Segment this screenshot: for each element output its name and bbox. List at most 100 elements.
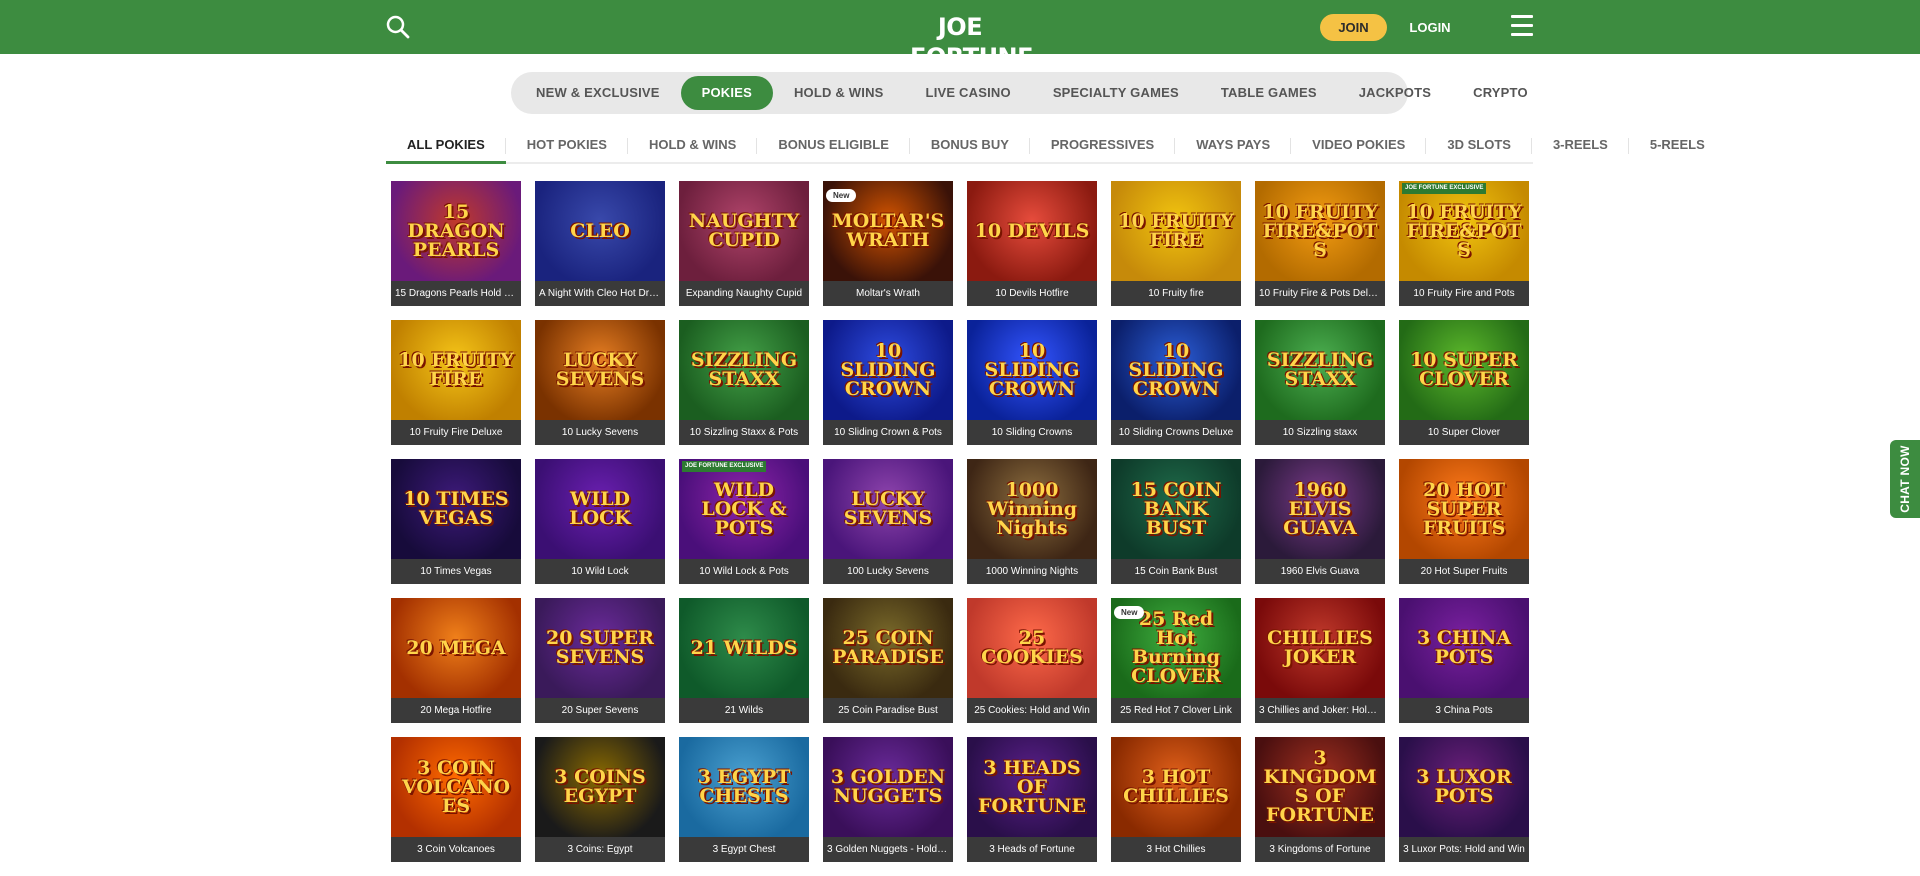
game-tile[interactable]: 3 EGYPT CHESTS 3 Egypt Chest bbox=[679, 737, 809, 862]
game-thumbnail[interactable]: 3 HEADS OF FORTUNE bbox=[967, 737, 1097, 837]
game-thumbnail[interactable]: 10 SUPER CLOVER bbox=[1399, 320, 1529, 420]
game-thumbnail[interactable]: 10 FRUITY FIRE bbox=[391, 320, 521, 420]
game-tile[interactable]: 10 SUPER CLOVER 10 Super Clover bbox=[1399, 320, 1529, 445]
tab-new-exclusive[interactable]: NEW & EXCLUSIVE bbox=[515, 76, 681, 110]
game-thumbnail[interactable]: 3 EGYPT CHESTS bbox=[679, 737, 809, 837]
subtab-ways-pays[interactable]: WAYS PAYS bbox=[1175, 130, 1292, 164]
game-thumbnail[interactable]: WILD LOCK & POTS bbox=[679, 459, 809, 559]
site-logo[interactable]: JOE FORTUNE bbox=[910, 12, 1034, 71]
subtab-bonus-buy[interactable]: BONUS BUY bbox=[910, 130, 1030, 164]
game-thumbnail[interactable]: 3 LUXOR POTS bbox=[1399, 737, 1529, 837]
game-tile[interactable]: 15 COIN BANK BUST 15 Coin Bank Bust bbox=[1111, 459, 1241, 584]
tab-crypto[interactable]: CRYPTO bbox=[1452, 76, 1549, 110]
game-tile[interactable]: CLEO A Night With Cleo Hot Drop Jackpots bbox=[535, 181, 665, 306]
tab-table-games[interactable]: TABLE GAMES bbox=[1200, 76, 1338, 110]
game-tile[interactable]: 20 SUPER SEVENS 20 Super Sevens bbox=[535, 598, 665, 723]
game-thumbnail[interactable]: 3 KINGDOMS OF FORTUNE bbox=[1255, 737, 1385, 837]
game-thumbnail[interactable]: SIZZLING STAXX bbox=[679, 320, 809, 420]
subtab-hot-pokies[interactable]: HOT POKIES bbox=[506, 130, 629, 164]
game-tile[interactable]: SIZZLING STAXX 10 Sizzling Staxx & Pots bbox=[679, 320, 809, 445]
game-thumbnail[interactable]: NAUGHTY CUPID bbox=[679, 181, 809, 281]
game-thumbnail[interactable]: 20 MEGA bbox=[391, 598, 521, 698]
game-thumbnail[interactable]: 15 DRAGON PEARLS bbox=[391, 181, 521, 281]
game-tile[interactable]: 3 HEADS OF FORTUNE 3 Heads of Fortune bbox=[967, 737, 1097, 862]
game-tile[interactable]: 10 DEVILS 10 Devils Hotfire bbox=[967, 181, 1097, 306]
game-thumbnail[interactable]: 3 COIN VOLCANOES bbox=[391, 737, 521, 837]
game-tile[interactable]: 3 KINGDOMS OF FORTUNE 3 Kingdoms of Fortu… bbox=[1255, 737, 1385, 862]
tab-specialty-games[interactable]: SPECIALTY GAMES bbox=[1032, 76, 1200, 110]
game-thumbnail[interactable]: CLEO bbox=[535, 181, 665, 281]
game-tile[interactable]: 20 HOT SUPER FRUITS 20 Hot Super Fruits bbox=[1399, 459, 1529, 584]
game-thumbnail[interactable]: 3 GOLDEN NUGGETS bbox=[823, 737, 953, 837]
game-tile[interactable]: SIZZLING STAXX 10 Sizzling staxx bbox=[1255, 320, 1385, 445]
game-tile[interactable]: 21 WILDS 21 Wilds bbox=[679, 598, 809, 723]
game-tile[interactable]: WILD LOCK & POTS JOE FORTUNE EXCLUSIVE 10 … bbox=[679, 459, 809, 584]
game-thumbnail[interactable]: 25 COIN PARADISE bbox=[823, 598, 953, 698]
game-thumbnail[interactable]: 15 COIN BANK BUST bbox=[1111, 459, 1241, 559]
game-thumbnail[interactable]: SIZZLING STAXX bbox=[1255, 320, 1385, 420]
game-thumbnail[interactable]: 25 COOKIES bbox=[967, 598, 1097, 698]
subtab-5-reels[interactable]: 5-REELS bbox=[1629, 130, 1726, 164]
game-tile[interactable]: 10 FRUITY FIRE&POTS JOE FORTUNE EXCLUSIVE… bbox=[1399, 181, 1529, 306]
tab-hold-wins[interactable]: HOLD & WINS bbox=[773, 76, 905, 110]
game-thumbnail[interactable]: 10 FRUITY FIRE bbox=[1111, 181, 1241, 281]
subtab-progressives[interactable]: PROGRESSIVES bbox=[1030, 130, 1176, 164]
game-thumbnail[interactable]: 1000 Winning Nights bbox=[967, 459, 1097, 559]
game-tile[interactable]: 1000 Winning Nights 1000 Winning Nights bbox=[967, 459, 1097, 584]
game-thumbnail[interactable]: 3 HOT CHILLIES bbox=[1111, 737, 1241, 837]
game-tile[interactable]: 25 Red Hot Burning CLOVER New 25 Red Hot 7… bbox=[1111, 598, 1241, 723]
subtab-video-pokies[interactable]: VIDEO POKIES bbox=[1291, 130, 1427, 164]
game-thumbnail[interactable]: 10 SLIDING CROWN bbox=[967, 320, 1097, 420]
tab-jackpots[interactable]: JACKPOTS bbox=[1338, 76, 1452, 110]
game-thumbnail[interactable]: 10 FRUITY FIRE&POTS bbox=[1255, 181, 1385, 281]
game-tile[interactable]: 25 COIN PARADISE 25 Coin Paradise Bust bbox=[823, 598, 953, 723]
subtab-3d-slots[interactable]: 3D SLOTS bbox=[1426, 130, 1532, 164]
game-tile[interactable]: 3 GOLDEN NUGGETS 3 Golden Nuggets - Hold … bbox=[823, 737, 953, 862]
hamburger-menu-icon[interactable] bbox=[1511, 15, 1533, 39]
tab-pokies[interactable]: POKIES bbox=[680, 76, 773, 110]
game-tile[interactable]: 20 MEGA 20 Mega Hotfire bbox=[391, 598, 521, 723]
game-tile[interactable]: 10 FRUITY FIRE 10 Fruity Fire Deluxe bbox=[391, 320, 521, 445]
game-thumbnail[interactable]: 3 COINS EGYPT bbox=[535, 737, 665, 837]
game-tile[interactable]: WILD LOCK 10 Wild Lock bbox=[535, 459, 665, 584]
game-thumbnail[interactable]: 20 HOT SUPER FRUITS bbox=[1399, 459, 1529, 559]
game-thumbnail[interactable]: 10 SLIDING CROWN bbox=[1111, 320, 1241, 420]
game-thumbnail[interactable]: 10 FRUITY FIRE&POTS bbox=[1399, 181, 1529, 281]
chat-now-button[interactable]: CHAT NOW bbox=[1890, 440, 1920, 518]
game-thumbnail[interactable]: LUCKY SEVENS bbox=[535, 320, 665, 420]
game-thumbnail[interactable]: 10 TIMES VEGAS bbox=[391, 459, 521, 559]
game-thumbnail[interactable]: CHILLIES JOKER bbox=[1255, 598, 1385, 698]
game-thumbnail[interactable]: LUCKY SEVENS bbox=[823, 459, 953, 559]
search-icon[interactable] bbox=[385, 14, 411, 40]
game-tile[interactable]: 10 FRUITY FIRE&POTS 10 Fruity Fire & Pots… bbox=[1255, 181, 1385, 306]
game-tile[interactable]: 15 DRAGON PEARLS 15 Dragons Pearls Hold a… bbox=[391, 181, 521, 306]
join-button[interactable]: JOIN bbox=[1320, 14, 1387, 41]
game-thumbnail[interactable]: 3 CHINA POTS bbox=[1399, 598, 1529, 698]
game-tile[interactable]: MOLTAR'S WRATH New Moltar's Wrath bbox=[823, 181, 953, 306]
game-tile[interactable]: 10 TIMES VEGAS 10 Times Vegas bbox=[391, 459, 521, 584]
game-thumbnail[interactable]: 21 WILDS bbox=[679, 598, 809, 698]
game-tile[interactable]: 3 HOT CHILLIES 3 Hot Chillies bbox=[1111, 737, 1241, 862]
game-tile[interactable]: CHILLIES JOKER 3 Chillies and Joker: Hold… bbox=[1255, 598, 1385, 723]
game-tile[interactable]: 3 COINS EGYPT 3 Coins: Egypt bbox=[535, 737, 665, 862]
subtab-bonus-eligible[interactable]: BONUS ELIGIBLE bbox=[757, 130, 910, 164]
game-thumbnail[interactable]: WILD LOCK bbox=[535, 459, 665, 559]
game-tile[interactable]: 10 SLIDING CROWN 10 Sliding Crown & Pots bbox=[823, 320, 953, 445]
game-tile[interactable]: LUCKY SEVENS 10 Lucky Sevens bbox=[535, 320, 665, 445]
tab-live-casino[interactable]: LIVE CASINO bbox=[905, 76, 1032, 110]
game-thumbnail[interactable]: 20 SUPER SEVENS bbox=[535, 598, 665, 698]
subtab-hold-wins[interactable]: HOLD & WINS bbox=[628, 130, 758, 164]
game-tile[interactable]: 10 FRUITY FIRE 10 Fruity fire bbox=[1111, 181, 1241, 306]
game-tile[interactable]: 10 SLIDING CROWN 10 Sliding Crowns bbox=[967, 320, 1097, 445]
game-tile[interactable]: LUCKY SEVENS 100 Lucky Sevens bbox=[823, 459, 953, 584]
login-button[interactable]: LOGIN bbox=[1400, 14, 1460, 41]
subtab-all-pokies[interactable]: ALL POKIES bbox=[386, 130, 506, 164]
game-tile[interactable]: NAUGHTY CUPID Expanding Naughty Cupid bbox=[679, 181, 809, 306]
game-tile[interactable]: 10 SLIDING CROWN 10 Sliding Crowns Deluxe bbox=[1111, 320, 1241, 445]
game-thumbnail[interactable]: 10 SLIDING CROWN bbox=[823, 320, 953, 420]
subtab-3-reels[interactable]: 3-REELS bbox=[1532, 130, 1629, 164]
game-tile[interactable]: 3 COIN VOLCANOES 3 Coin Volcanoes bbox=[391, 737, 521, 862]
game-thumbnail[interactable]: 10 DEVILS bbox=[967, 181, 1097, 281]
game-tile[interactable]: 25 COOKIES 25 Cookies: Hold and Win bbox=[967, 598, 1097, 723]
game-tile[interactable]: 3 CHINA POTS 3 China Pots bbox=[1399, 598, 1529, 723]
